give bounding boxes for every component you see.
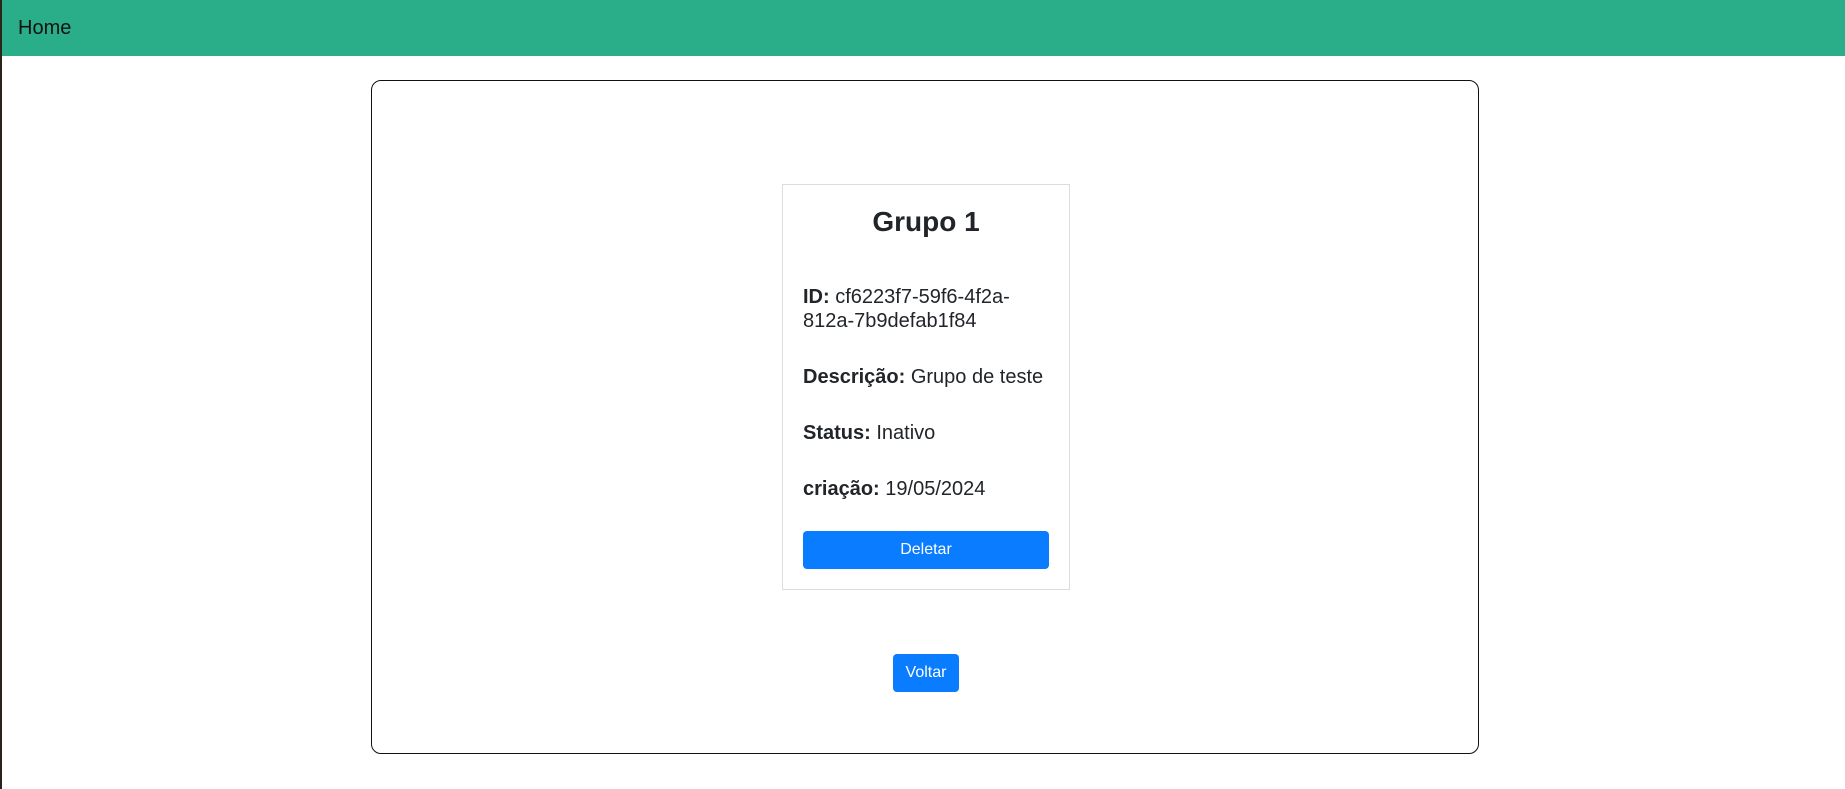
- group-status-label: Status:: [803, 422, 871, 444]
- group-description-field: Descrição: Grupo de teste: [803, 365, 1053, 389]
- group-created-value: 19/05/2024: [885, 478, 986, 500]
- group-created-label: criação:: [803, 478, 880, 500]
- group-id-value: cf6223f7-59f6-4f2a-812a-7b9defab1f84: [803, 286, 1010, 332]
- window-left-edge: [0, 0, 2, 789]
- page: Home Grupo 1 ID: cf6223f7-59f6-4f2a-812a…: [0, 0, 1845, 789]
- group-details-card: Grupo 1 ID: cf6223f7-59f6-4f2a-812a-7b9d…: [782, 184, 1070, 590]
- group-description-value: Grupo de teste: [910, 366, 1044, 388]
- group-description-label: Descrição:: [803, 366, 906, 388]
- top-navbar: Home: [2, 0, 1845, 56]
- nav-home-link[interactable]: Home: [18, 16, 71, 40]
- group-id-field: ID: cf6223f7-59f6-4f2a-812a-7b9defab1f84: [803, 285, 1053, 333]
- group-title: Grupo 1: [872, 206, 980, 237]
- group-created-field: criação: 19/05/2024: [803, 477, 1053, 501]
- group-status-field: Status: Inativo: [803, 421, 1053, 445]
- back-button[interactable]: Voltar: [893, 654, 959, 692]
- group-id-label: ID:: [803, 286, 830, 308]
- delete-button[interactable]: Deletar: [803, 531, 1049, 569]
- group-status-value: Inativo: [876, 422, 936, 444]
